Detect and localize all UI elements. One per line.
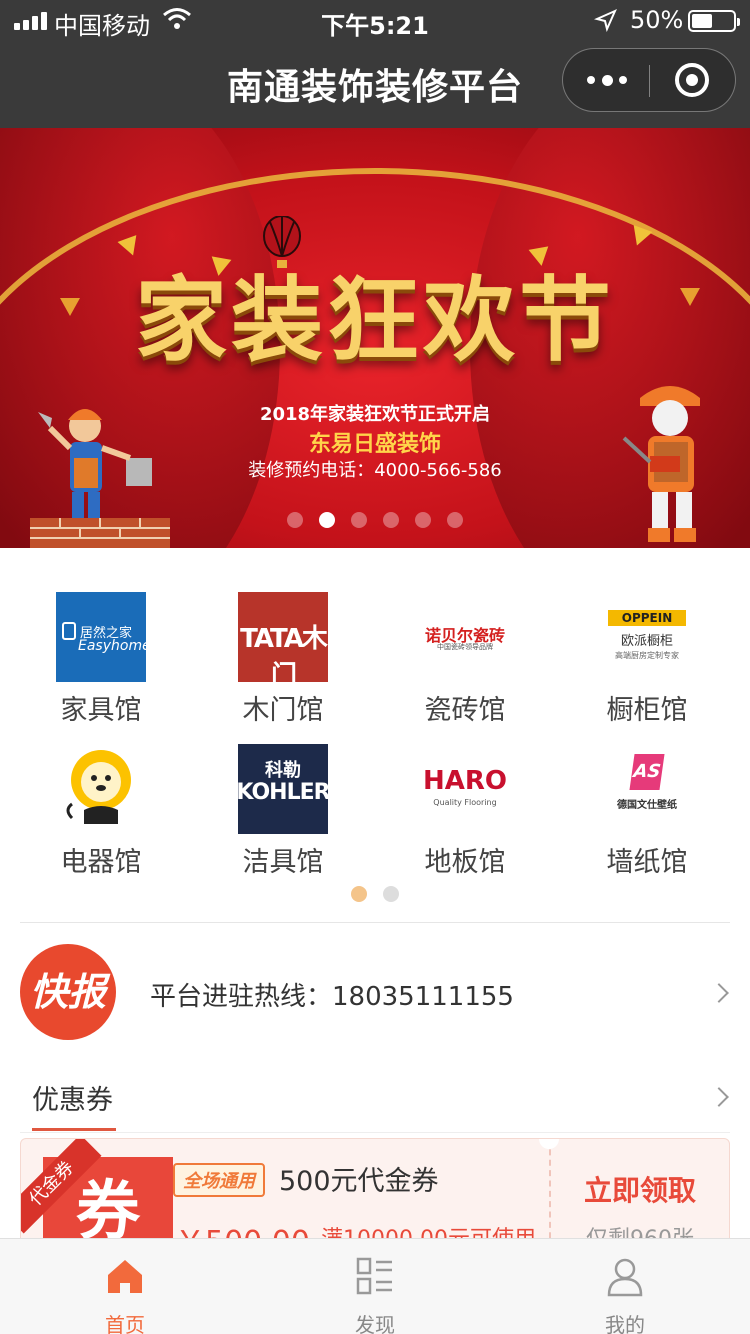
news-badge: 快报 xyxy=(20,944,116,1040)
list-icon xyxy=(356,1257,392,1295)
chevron-right-icon xyxy=(709,1087,729,1107)
category-wallpaper[interactable]: AS 德国文仕壁纸 墙纸馆 xyxy=(556,744,738,879)
tab-label: 首页 xyxy=(105,1313,145,1334)
tab-label: 发现 xyxy=(355,1313,395,1334)
tab-discover[interactable]: 发现 xyxy=(250,1239,500,1334)
tab-bar: 首页 发现 我的 xyxy=(0,1238,750,1334)
category-doors[interactable]: TATA木门 木门馆 xyxy=(192,592,374,727)
category-label: 木门馆 xyxy=(242,695,324,726)
as-wallpaper-logo: AS 德国文仕壁纸 xyxy=(602,744,692,834)
promo-banner[interactable]: 家装狂欢节 2018年家装狂欢节正式开启 东易日盛装饰 装修预约电话：4000-… xyxy=(0,128,750,548)
hotline-text: 平台进驻热线：18035111155 xyxy=(150,982,514,1012)
haro-logo: HARO Quality Flooring xyxy=(422,766,507,807)
category-label: 电器馆 xyxy=(60,847,142,878)
banner-headline: 家装狂欢节 xyxy=(134,266,615,374)
category-label: 洁具馆 xyxy=(242,847,324,878)
pager-dot-active[interactable] xyxy=(319,512,335,528)
category-label: 瓷砖馆 xyxy=(424,695,506,726)
category-label: 地板馆 xyxy=(424,847,506,878)
oppein-logo: OPPEIN 欧派橱柜 高端厨房定制专家 xyxy=(602,592,692,682)
capsule-divider xyxy=(649,65,650,97)
divider xyxy=(20,1132,730,1133)
close-target-icon[interactable] xyxy=(675,63,709,97)
pager-dot[interactable] xyxy=(383,886,399,902)
coupon-section-title: 优惠券 xyxy=(32,1085,113,1116)
category-sanitary[interactable]: 科勒 KOHLER 洁具馆 xyxy=(192,744,374,879)
coupon-notch xyxy=(539,1139,559,1149)
mini-program-capsule xyxy=(562,48,736,112)
coupon-tag: 全场通用 xyxy=(173,1163,265,1197)
tata-logo: TATA木门 xyxy=(238,592,328,682)
top-bar: 中国移动 下午5:21 50% 南通装饰装修平台 xyxy=(0,0,750,128)
pager-dot-active[interactable] xyxy=(351,886,367,902)
tab-label: 我的 xyxy=(605,1313,645,1334)
category-pager xyxy=(0,886,750,902)
category-label: 家具馆 xyxy=(60,695,142,726)
category-label: 墙纸馆 xyxy=(606,847,688,878)
battery-icon xyxy=(688,10,740,32)
home-icon xyxy=(108,1260,142,1293)
title-underline xyxy=(32,1128,116,1131)
category-cabinets[interactable]: OPPEIN 欧派橱柜 高端厨房定制专家 橱柜馆 xyxy=(556,592,738,727)
user-icon xyxy=(607,1258,643,1297)
category-flooring[interactable]: HARO Quality Flooring 地板馆 xyxy=(374,744,556,879)
category-appliances[interactable]: 电器馆 xyxy=(10,744,192,879)
location-arrow-icon xyxy=(594,9,617,32)
divider xyxy=(20,922,730,923)
category-furniture[interactable]: 居然之家 Easyhome 家具馆 xyxy=(10,592,192,727)
coupon-name: 500元代金券 xyxy=(279,1166,439,1197)
kohler-logo: 科勒 KOHLER xyxy=(238,744,328,834)
claim-button[interactable]: 立即领取 xyxy=(549,1169,729,1209)
tab-home[interactable]: 首页 xyxy=(0,1239,250,1334)
pager-dot[interactable] xyxy=(415,512,431,528)
pager-dot[interactable] xyxy=(351,512,367,528)
chevron-right-icon xyxy=(709,983,729,1003)
nobel-logo: 诺贝尔瓷砖 中国瓷砖领导品牌 xyxy=(424,626,505,651)
more-dots-icon[interactable] xyxy=(587,69,627,91)
pager-dot[interactable] xyxy=(287,512,303,528)
tab-mine[interactable]: 我的 xyxy=(500,1239,750,1334)
hotline-row[interactable]: 快报 平台进驻热线：18035111155 xyxy=(0,940,750,1044)
pager-dot[interactable] xyxy=(447,512,463,528)
category-label: 橱柜馆 xyxy=(606,695,688,726)
banner-pager xyxy=(0,512,750,528)
suning-lion-logo xyxy=(56,744,146,834)
easyhome-logo: 居然之家 Easyhome xyxy=(56,592,146,682)
status-bar: 中国移动 下午5:21 50% xyxy=(0,0,750,40)
category-tiles[interactable]: 诺贝尔瓷砖 中国瓷砖领导品牌 瓷砖馆 xyxy=(374,592,556,727)
battery-percent: 50% xyxy=(630,6,684,34)
pager-dot[interactable] xyxy=(383,512,399,528)
coupon-section-header[interactable]: 优惠券 xyxy=(0,1066,750,1133)
